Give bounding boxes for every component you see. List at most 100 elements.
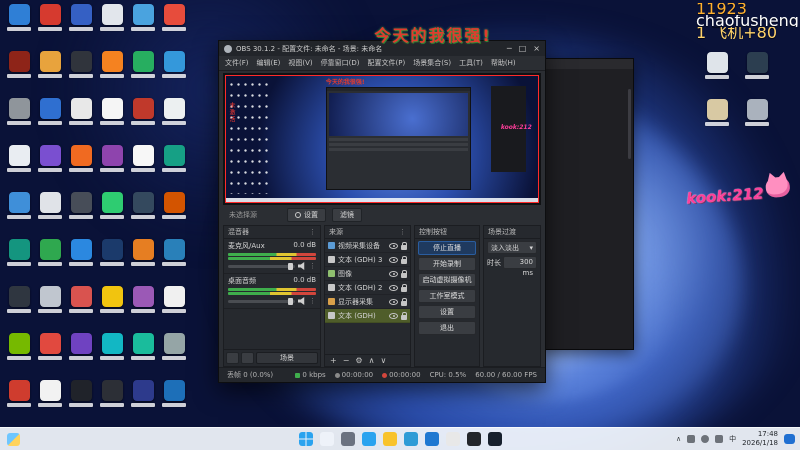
visibility-eye-icon[interactable]	[389, 285, 398, 291]
desktop-icon[interactable]	[66, 239, 96, 286]
menu-item[interactable]: 场景集合(S)	[413, 58, 451, 68]
desktop-icon[interactable]	[4, 145, 34, 192]
desktop-icon[interactable]	[66, 286, 96, 333]
desktop-icon[interactable]	[159, 145, 189, 192]
lock-icon[interactable]	[401, 245, 407, 250]
transition-select[interactable]: 淡入淡出 ▾	[487, 241, 537, 254]
taskbar-app-icon[interactable]	[383, 432, 397, 446]
desktop-icon[interactable]	[159, 239, 189, 286]
volume-slider[interactable]	[228, 265, 295, 268]
desktop-icon[interactable]	[97, 4, 127, 51]
desktop-icon[interactable]	[159, 286, 189, 333]
desktop-icon[interactable]	[35, 239, 65, 286]
mixer-adv-button[interactable]	[241, 352, 254, 364]
desktop-icon[interactable]	[66, 333, 96, 380]
mixer-dock-title[interactable]: 混音器⋮	[224, 226, 320, 239]
desktop-icon[interactable]	[35, 192, 65, 239]
speaker-icon[interactable]	[298, 297, 306, 305]
lock-icon[interactable]	[401, 287, 407, 292]
dock-menu-icon[interactable]: ⋮	[309, 226, 316, 238]
desktop-icon[interactable]	[97, 333, 127, 380]
visibility-eye-icon[interactable]	[389, 299, 398, 305]
desktop-icon[interactable]	[742, 52, 772, 99]
sources-toolbar-button[interactable]: −	[343, 356, 350, 365]
desktop-icon[interactable]	[66, 145, 96, 192]
source-row[interactable]: 显示器采集	[325, 295, 410, 309]
desktop-icon[interactable]	[128, 98, 158, 145]
desktop-icon[interactable]	[66, 51, 96, 98]
taskbar-app-icon[interactable]	[341, 432, 355, 446]
sources-toolbar-button[interactable]: +	[330, 356, 337, 365]
desktop-icon[interactable]	[66, 192, 96, 239]
desktop-icon[interactable]	[128, 145, 158, 192]
desktop-icon[interactable]	[35, 380, 65, 427]
desktop-icon[interactable]	[128, 380, 158, 427]
desktop-icon[interactable]	[159, 333, 189, 380]
sources-toolbar-button[interactable]: ∧	[369, 356, 375, 365]
visibility-eye-icon[interactable]	[389, 243, 398, 249]
desktop-icon[interactable]	[66, 4, 96, 51]
control-button[interactable]: 退出	[418, 321, 476, 335]
source-row[interactable]: 视频采集设备	[325, 239, 410, 253]
menu-item[interactable]: 配置文件(P)	[368, 58, 406, 68]
desktop-icon[interactable]	[97, 286, 127, 333]
taskbar-app-icon[interactable]	[299, 432, 313, 446]
tray-chevron-icon[interactable]: ∧	[676, 435, 681, 443]
menu-item[interactable]: 帮助(H)	[491, 58, 516, 68]
clock[interactable]: 17:48 2026/1/18	[742, 430, 778, 448]
desktop-icon[interactable]	[4, 98, 34, 145]
widgets-weather-icon[interactable]	[7, 433, 20, 446]
lock-icon[interactable]	[401, 301, 407, 306]
desktop-icon[interactable]	[159, 380, 189, 427]
source-row[interactable]: 文本 (GDH) 2	[325, 281, 410, 295]
taskbar-app-icon[interactable]	[362, 432, 376, 446]
notification-badge[interactable]	[784, 434, 795, 444]
tray-icon[interactable]	[715, 435, 723, 443]
speaker-icon[interactable]	[298, 262, 306, 270]
background-window[interactable]	[540, 58, 634, 350]
transitions-dock-title[interactable]: 场景过渡	[484, 226, 540, 239]
taskbar-app-icon[interactable]	[425, 432, 439, 446]
desktop-icon[interactable]	[4, 286, 34, 333]
desktop-icon[interactable]	[4, 4, 34, 51]
desktop-icon[interactable]	[35, 51, 65, 98]
desktop-icon[interactable]	[66, 380, 96, 427]
desktop-icon[interactable]	[97, 192, 127, 239]
menu-item[interactable]: 视图(V)	[288, 58, 312, 68]
control-button[interactable]: 启动虚拟摄像机	[418, 273, 476, 287]
lock-icon[interactable]	[401, 273, 407, 278]
volume-slider[interactable]	[228, 300, 295, 303]
screen-capture-source[interactable]: 今天的我很强! kook:212 未激活	[225, 75, 539, 203]
controls-dock-title[interactable]: 控制按钮	[415, 226, 479, 239]
duration-input[interactable]: 300 ms	[503, 256, 537, 269]
desktop-icon[interactable]	[97, 239, 127, 286]
control-button[interactable]: 设置	[418, 305, 476, 319]
control-button[interactable]: 工作室模式	[418, 289, 476, 303]
slider-knob[interactable]	[288, 298, 293, 305]
desktop-icon[interactable]	[128, 239, 158, 286]
lock-icon[interactable]	[401, 259, 407, 264]
source-row[interactable]: 图像	[325, 267, 410, 281]
desktop-icon[interactable]	[4, 333, 34, 380]
taskbar-app-icon[interactable]	[467, 432, 481, 446]
language-indicator[interactable]: 中	[729, 434, 736, 444]
desktop-icon[interactable]	[66, 98, 96, 145]
dock-menu-icon[interactable]: ⋮	[399, 226, 406, 238]
source-row[interactable]: 文本 (GDH) 3	[325, 253, 410, 267]
menu-item[interactable]: 停靠窗口(D)	[321, 58, 360, 68]
desktop-icon[interactable]	[35, 333, 65, 380]
desktop-icon[interactable]	[159, 51, 189, 98]
desktop-icon[interactable]	[128, 4, 158, 51]
tray-icon[interactable]	[687, 435, 695, 443]
taskbar-app-icon[interactable]	[404, 432, 418, 446]
taskbar-app-icon[interactable]	[446, 432, 460, 446]
sources-dock-title[interactable]: 来源⋮	[325, 226, 410, 239]
desktop-icon[interactable]	[159, 192, 189, 239]
desktop-icon[interactable]	[35, 286, 65, 333]
desktop-icon[interactable]	[4, 239, 34, 286]
settings-button[interactable]: 设置	[287, 208, 326, 222]
desktop-icon[interactable]	[35, 145, 65, 192]
desktop-icon[interactable]	[97, 145, 127, 192]
slider-knob[interactable]	[288, 263, 293, 270]
visibility-eye-icon[interactable]	[389, 271, 398, 277]
